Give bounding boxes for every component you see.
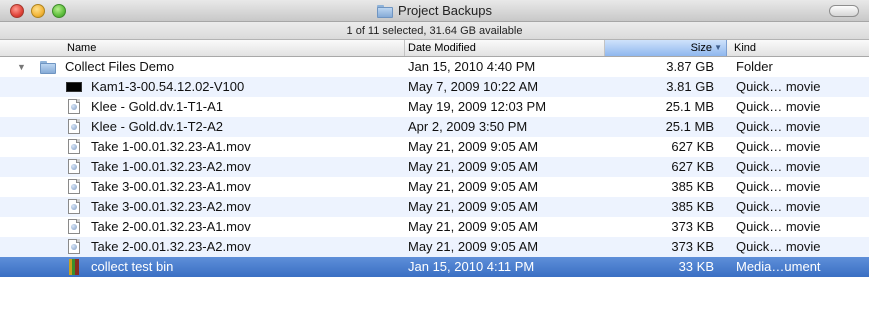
file-kind: Quick… movie <box>736 139 821 154</box>
file-name: collect test bin <box>91 259 174 274</box>
file-kind: Quick… movie <box>736 199 821 214</box>
window-title: Project Backups <box>0 3 869 19</box>
document-icon <box>68 139 80 154</box>
file-size: 25.1 MB <box>665 99 714 114</box>
list-item-selected[interactable]: collect test bin Jan 15, 2010 4:11 PM 33… <box>0 257 869 277</box>
file-date: May 21, 2009 9:05 AM <box>408 219 539 234</box>
file-size: 33 KB <box>678 259 714 274</box>
file-kind: Quick… movie <box>736 159 821 174</box>
list-item[interactable]: Take 2-00.01.32.23-A1.mov May 21, 2009 9… <box>0 217 869 237</box>
file-size: 3.81 GB <box>666 79 714 94</box>
file-size: 627 KB <box>671 139 714 154</box>
file-kind: Quick… movie <box>736 219 821 234</box>
file-date: May 19, 2009 12:03 PM <box>408 99 547 114</box>
window-title-text: Project Backups <box>398 3 492 18</box>
document-icon <box>68 199 80 214</box>
file-name: Klee - Gold.dv.1-T2-A2 <box>91 119 223 134</box>
file-kind: Quick… movie <box>736 179 821 194</box>
list-item[interactable]: Take 1-00.01.32.23-A1.mov May 21, 2009 9… <box>0 137 869 157</box>
file-size: 25.1 MB <box>665 119 714 134</box>
file-date: May 21, 2009 9:05 AM <box>408 199 539 214</box>
column-header-size[interactable]: Size ▼ <box>605 40 727 56</box>
document-icon <box>68 219 80 234</box>
column-header-date-modified[interactable]: Date Modified <box>405 40 605 56</box>
file-name: Kam1-3-00.54.12.02-V100 <box>91 79 245 94</box>
file-name: Take 1-00.01.32.23-A1.mov <box>91 139 251 154</box>
column-headers: Name Date Modified Size ▼ Kind <box>0 40 869 57</box>
file-kind: Quick… movie <box>736 119 821 134</box>
column-header-kind[interactable]: Kind <box>727 40 869 56</box>
file-date: Apr 2, 2009 3:50 PM <box>408 119 528 134</box>
file-name: Take 3-00.01.32.23-A1.mov <box>91 179 251 194</box>
file-date: May 21, 2009 9:05 AM <box>408 159 539 174</box>
file-size: 3.87 GB <box>666 59 714 74</box>
file-date: May 21, 2009 9:05 AM <box>408 239 539 254</box>
file-size: 373 KB <box>671 239 714 254</box>
disclosure-triangle-icon[interactable]: ▼ <box>17 57 26 77</box>
status-bar: 1 of 11 selected, 31.64 GB available <box>0 22 869 40</box>
finder-window: Project Backups 1 of 11 selected, 31.64 … <box>0 0 869 325</box>
bin-document-icon <box>69 259 79 275</box>
folder-icon <box>40 61 56 74</box>
file-name: Klee - Gold.dv.1-T1-A1 <box>91 99 223 114</box>
file-name: Take 1-00.01.32.23-A2.mov <box>91 159 251 174</box>
list-item[interactable]: Take 3-00.01.32.23-A1.mov May 21, 2009 9… <box>0 177 869 197</box>
file-name: Collect Files Demo <box>65 59 175 74</box>
file-kind: Quick… movie <box>736 79 821 94</box>
column-header-name[interactable]: Name <box>0 40 405 56</box>
list-item-folder[interactable]: ▼ Collect Files Demo Jan 15, 2010 4:40 P… <box>0 57 869 77</box>
file-kind: Folder <box>736 59 773 74</box>
list-item[interactable]: Kam1-3-00.54.12.02-V100 May 7, 2009 10:2… <box>0 77 869 97</box>
file-date: May 21, 2009 9:05 AM <box>408 139 539 154</box>
column-header-size-label: Size <box>690 42 712 54</box>
file-size: 627 KB <box>671 159 714 174</box>
file-kind: Quick… movie <box>736 239 821 254</box>
file-name: Take 3-00.01.32.23-A2.mov <box>91 199 251 214</box>
list-item[interactable]: Klee - Gold.dv.1-T1-A1 May 19, 2009 12:0… <box>0 97 869 117</box>
file-size: 385 KB <box>671 199 714 214</box>
file-kind: Media…ument <box>736 259 821 274</box>
file-date: Jan 15, 2010 4:11 PM <box>408 259 535 274</box>
list-item[interactable]: Take 1-00.01.32.23-A2.mov May 21, 2009 9… <box>0 157 869 177</box>
document-icon <box>68 179 80 194</box>
file-date: May 7, 2009 10:22 AM <box>408 79 539 94</box>
document-icon <box>68 239 80 254</box>
document-icon <box>68 159 80 174</box>
file-kind: Quick… movie <box>736 99 821 114</box>
file-name: Take 2-00.01.32.23-A2.mov <box>91 239 251 254</box>
sort-descending-icon: ▼ <box>714 43 722 52</box>
file-size: 385 KB <box>671 179 714 194</box>
title-bar[interactable]: Project Backups <box>0 0 869 22</box>
file-date: May 21, 2009 9:05 AM <box>408 179 539 194</box>
file-name: Take 2-00.01.32.23-A1.mov <box>91 219 251 234</box>
folder-icon <box>377 4 394 18</box>
document-icon <box>68 119 80 134</box>
toolbar-toggle-button[interactable] <box>829 5 859 17</box>
file-size: 373 KB <box>671 219 714 234</box>
list-item[interactable]: Klee - Gold.dv.1-T2-A2 Apr 2, 2009 3:50 … <box>0 117 869 137</box>
list-item[interactable]: Take 2-00.01.32.23-A2.mov May 21, 2009 9… <box>0 237 869 257</box>
document-icon <box>68 99 80 114</box>
file-list: ▼ Collect Files Demo Jan 15, 2010 4:40 P… <box>0 57 869 325</box>
movie-thumbnail-icon <box>66 82 82 92</box>
file-date: Jan 15, 2010 4:40 PM <box>408 59 536 74</box>
list-item[interactable]: Take 3-00.01.32.23-A2.mov May 21, 2009 9… <box>0 197 869 217</box>
